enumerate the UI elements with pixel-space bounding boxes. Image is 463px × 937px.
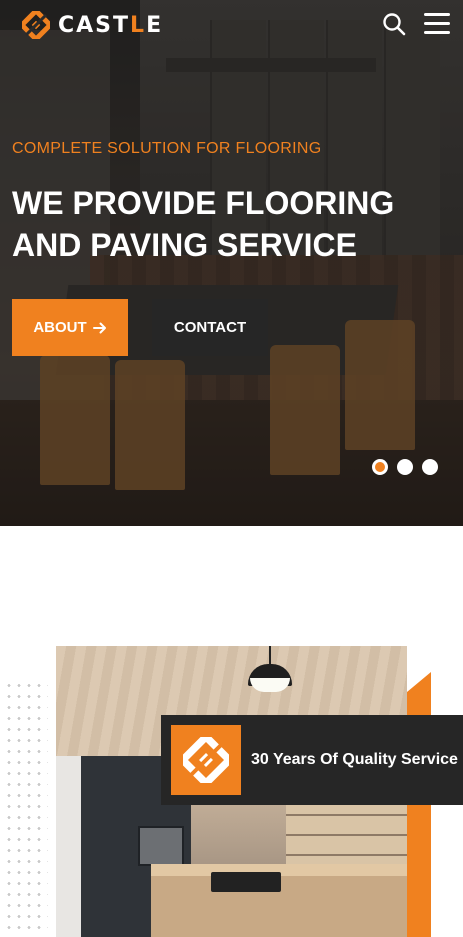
hero-slider: CASTLE COMPLETE SOLUTION FOR FLOORING WE… (0, 0, 463, 526)
contact-button-label: CONTACT (173, 319, 247, 336)
photo-pendant-lamp (248, 646, 292, 692)
slider-dot-2[interactable] (397, 459, 413, 475)
about-button-label: ABOUT (33, 319, 87, 336)
decorative-dot-pattern (4, 680, 48, 930)
service-icon-tile (171, 725, 241, 795)
hero-eyebrow: COMPLETE SOLUTION FOR FLOORING (12, 140, 322, 157)
service-badge-text: 30 Years Of Quality Service (251, 751, 458, 768)
search-icon[interactable] (382, 12, 406, 36)
diamond-logo-icon (22, 11, 50, 39)
logo-wordmark: CASTLE (58, 12, 164, 38)
about-button[interactable]: ABOUT (12, 299, 128, 356)
service-badge: 30 Years Of Quality Service (161, 715, 463, 805)
photo-wall (56, 756, 84, 937)
arrow-right-icon (92, 322, 106, 333)
site-logo[interactable]: CASTLE (22, 10, 163, 40)
slider-dot-3[interactable] (422, 459, 438, 475)
diamond-logo-icon (183, 737, 229, 783)
photo-sink (211, 872, 281, 892)
hero-headline: WE PROVIDE FLOORING AND PAVING SERVICE (12, 185, 395, 263)
hamburger-menu-icon[interactable] (424, 13, 450, 35)
slider-dot-1[interactable] (372, 459, 388, 475)
contact-button[interactable]: CONTACT (152, 299, 268, 356)
slider-pagination (372, 459, 438, 475)
photo-oven (138, 826, 184, 866)
